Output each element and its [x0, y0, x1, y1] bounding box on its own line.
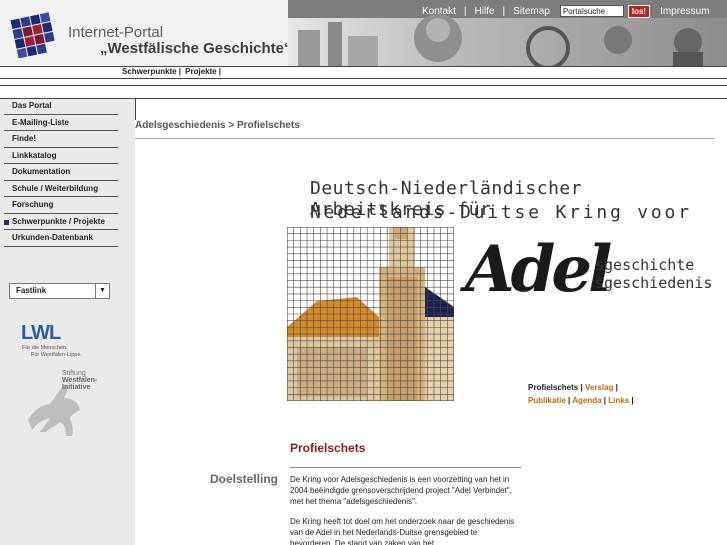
sidebar-menu: Das Portal E-Mailing-Liste Finde! Linkka… [4, 98, 118, 247]
header-divider [0, 85, 727, 86]
links-row-1: Profielschets | Verslag | [528, 381, 634, 394]
link-verslag[interactable]: Verslag [585, 383, 613, 392]
lwl-tagline-line1: Für die Menschen. [22, 345, 68, 351]
adel-logo-text: Adel [465, 232, 612, 307]
section-heading: Doelstelling [210, 472, 279, 486]
stiftung-text: Stiftung Westfalen- Initiative [62, 370, 97, 391]
page-title: Profielschets [290, 441, 366, 455]
breadcrumb: Adelsgeschiedenis > Profielschets [135, 120, 300, 131]
header: Internet-Portal „Westfälische Geschichte… [0, 0, 727, 66]
link-links[interactable]: Links [608, 396, 629, 405]
link-publikatie[interactable]: Publikatie [528, 396, 566, 405]
fastlink-label: Fastlink [16, 286, 47, 295]
chevron-down-icon[interactable]: ▼ [95, 284, 109, 298]
paragraph-2: De Kring heeft tot doel om het onderzoek… [290, 517, 515, 545]
sidebar-item-finde[interactable]: Finde! [4, 131, 118, 148]
subnav-projekte-link[interactable]: Projekte [185, 67, 219, 76]
link-profielschets[interactable]: Profielschets [528, 383, 578, 392]
stiftung-line1: Stiftung [62, 370, 86, 377]
castle-mosaic-image [287, 227, 454, 401]
portal-logo-icon[interactable] [10, 12, 56, 58]
subnav-separator: | [218, 67, 221, 76]
org-name-dutch: Nederlands-Duitse Kring voor [310, 202, 692, 223]
subnav: Schwerpunkte | Projekte | [122, 67, 223, 76]
sidebar-item-dokumentation[interactable]: Dokumentation [4, 164, 118, 181]
adel-suffix-german: sgeschichte [595, 256, 695, 274]
lwl-tagline: Für die Menschen. Für Westfalen-Lippe. [22, 345, 82, 359]
link-separator: | [603, 396, 607, 405]
nav-hilfe-link[interactable]: Hilfe [471, 6, 499, 17]
content-divider [135, 98, 136, 120]
lwl-tagline-line2: Für Westfalen-Lippe. [31, 352, 82, 358]
search-submit-button[interactable]: los! [627, 4, 651, 18]
stiftung-line3: Initiative [62, 384, 91, 391]
link-separator: | [615, 383, 618, 392]
link-separator: | [580, 383, 583, 392]
page: Internet-Portal „Westfälische Geschichte… [0, 0, 727, 545]
lwl-logo[interactable]: LWL [21, 322, 61, 345]
sidebar-item-schule-weiterbildung[interactable]: Schule / Weiterbildung [4, 181, 118, 197]
sidebar-item-forschung[interactable]: Forschung [4, 197, 118, 214]
nav-sitemap-link[interactable]: Sitemap [509, 6, 554, 17]
sidebar-item-das-portal[interactable]: Das Portal [4, 98, 118, 115]
link-agenda[interactable]: Agenda [572, 396, 601, 405]
nav-impressum-link[interactable]: Impressum [656, 6, 713, 17]
subnav-bar [0, 66, 727, 79]
nav-separator: | [502, 5, 506, 17]
portal-subtitle[interactable]: „Westfälische Geschichte“ [100, 40, 291, 57]
nav-separator: | [463, 5, 467, 17]
portal-search-input[interactable] [559, 5, 624, 17]
sidebar-item-schwerpunkte-projekte[interactable]: Schwerpunkte / Projekte [4, 214, 118, 230]
paragraph-1: De Kring voor Adelsgeschiedenis is een v… [290, 475, 512, 506]
portal-title[interactable]: Internet-Portal [68, 24, 163, 41]
fastlink-select[interactable]: Fastlink ▼ [9, 283, 110, 299]
sidebar-item-urkunden-datenbank[interactable]: Urkunden-Datenbank [4, 230, 118, 247]
link-separator: | [568, 396, 571, 405]
top-navigation: Kontakt | Hilfe | Sitemap los! Impressum [418, 3, 714, 19]
subnav-schwerpunkte-link[interactable]: Schwerpunkte [122, 67, 179, 76]
nav-kontakt-link[interactable]: Kontakt [418, 6, 460, 17]
links-row-2: Publikatie | Agenda | Links | [528, 394, 634, 407]
stiftung-line2: Westfalen- [62, 377, 98, 384]
sidebar-item-linkkatalog[interactable]: Linkkatalog [4, 148, 118, 164]
breadcrumb-divider [135, 138, 715, 139]
adel-suffix-dutch: sgeschiedenis [595, 274, 713, 292]
sidebar-item-e-mailing-liste[interactable]: E-Mailing-Liste [4, 115, 118, 131]
section-links: Profielschets | Verslag | Publikatie | A… [528, 381, 634, 407]
title-divider [290, 467, 521, 468]
link-separator: | [631, 396, 634, 405]
subnav-separator: | [178, 67, 181, 76]
